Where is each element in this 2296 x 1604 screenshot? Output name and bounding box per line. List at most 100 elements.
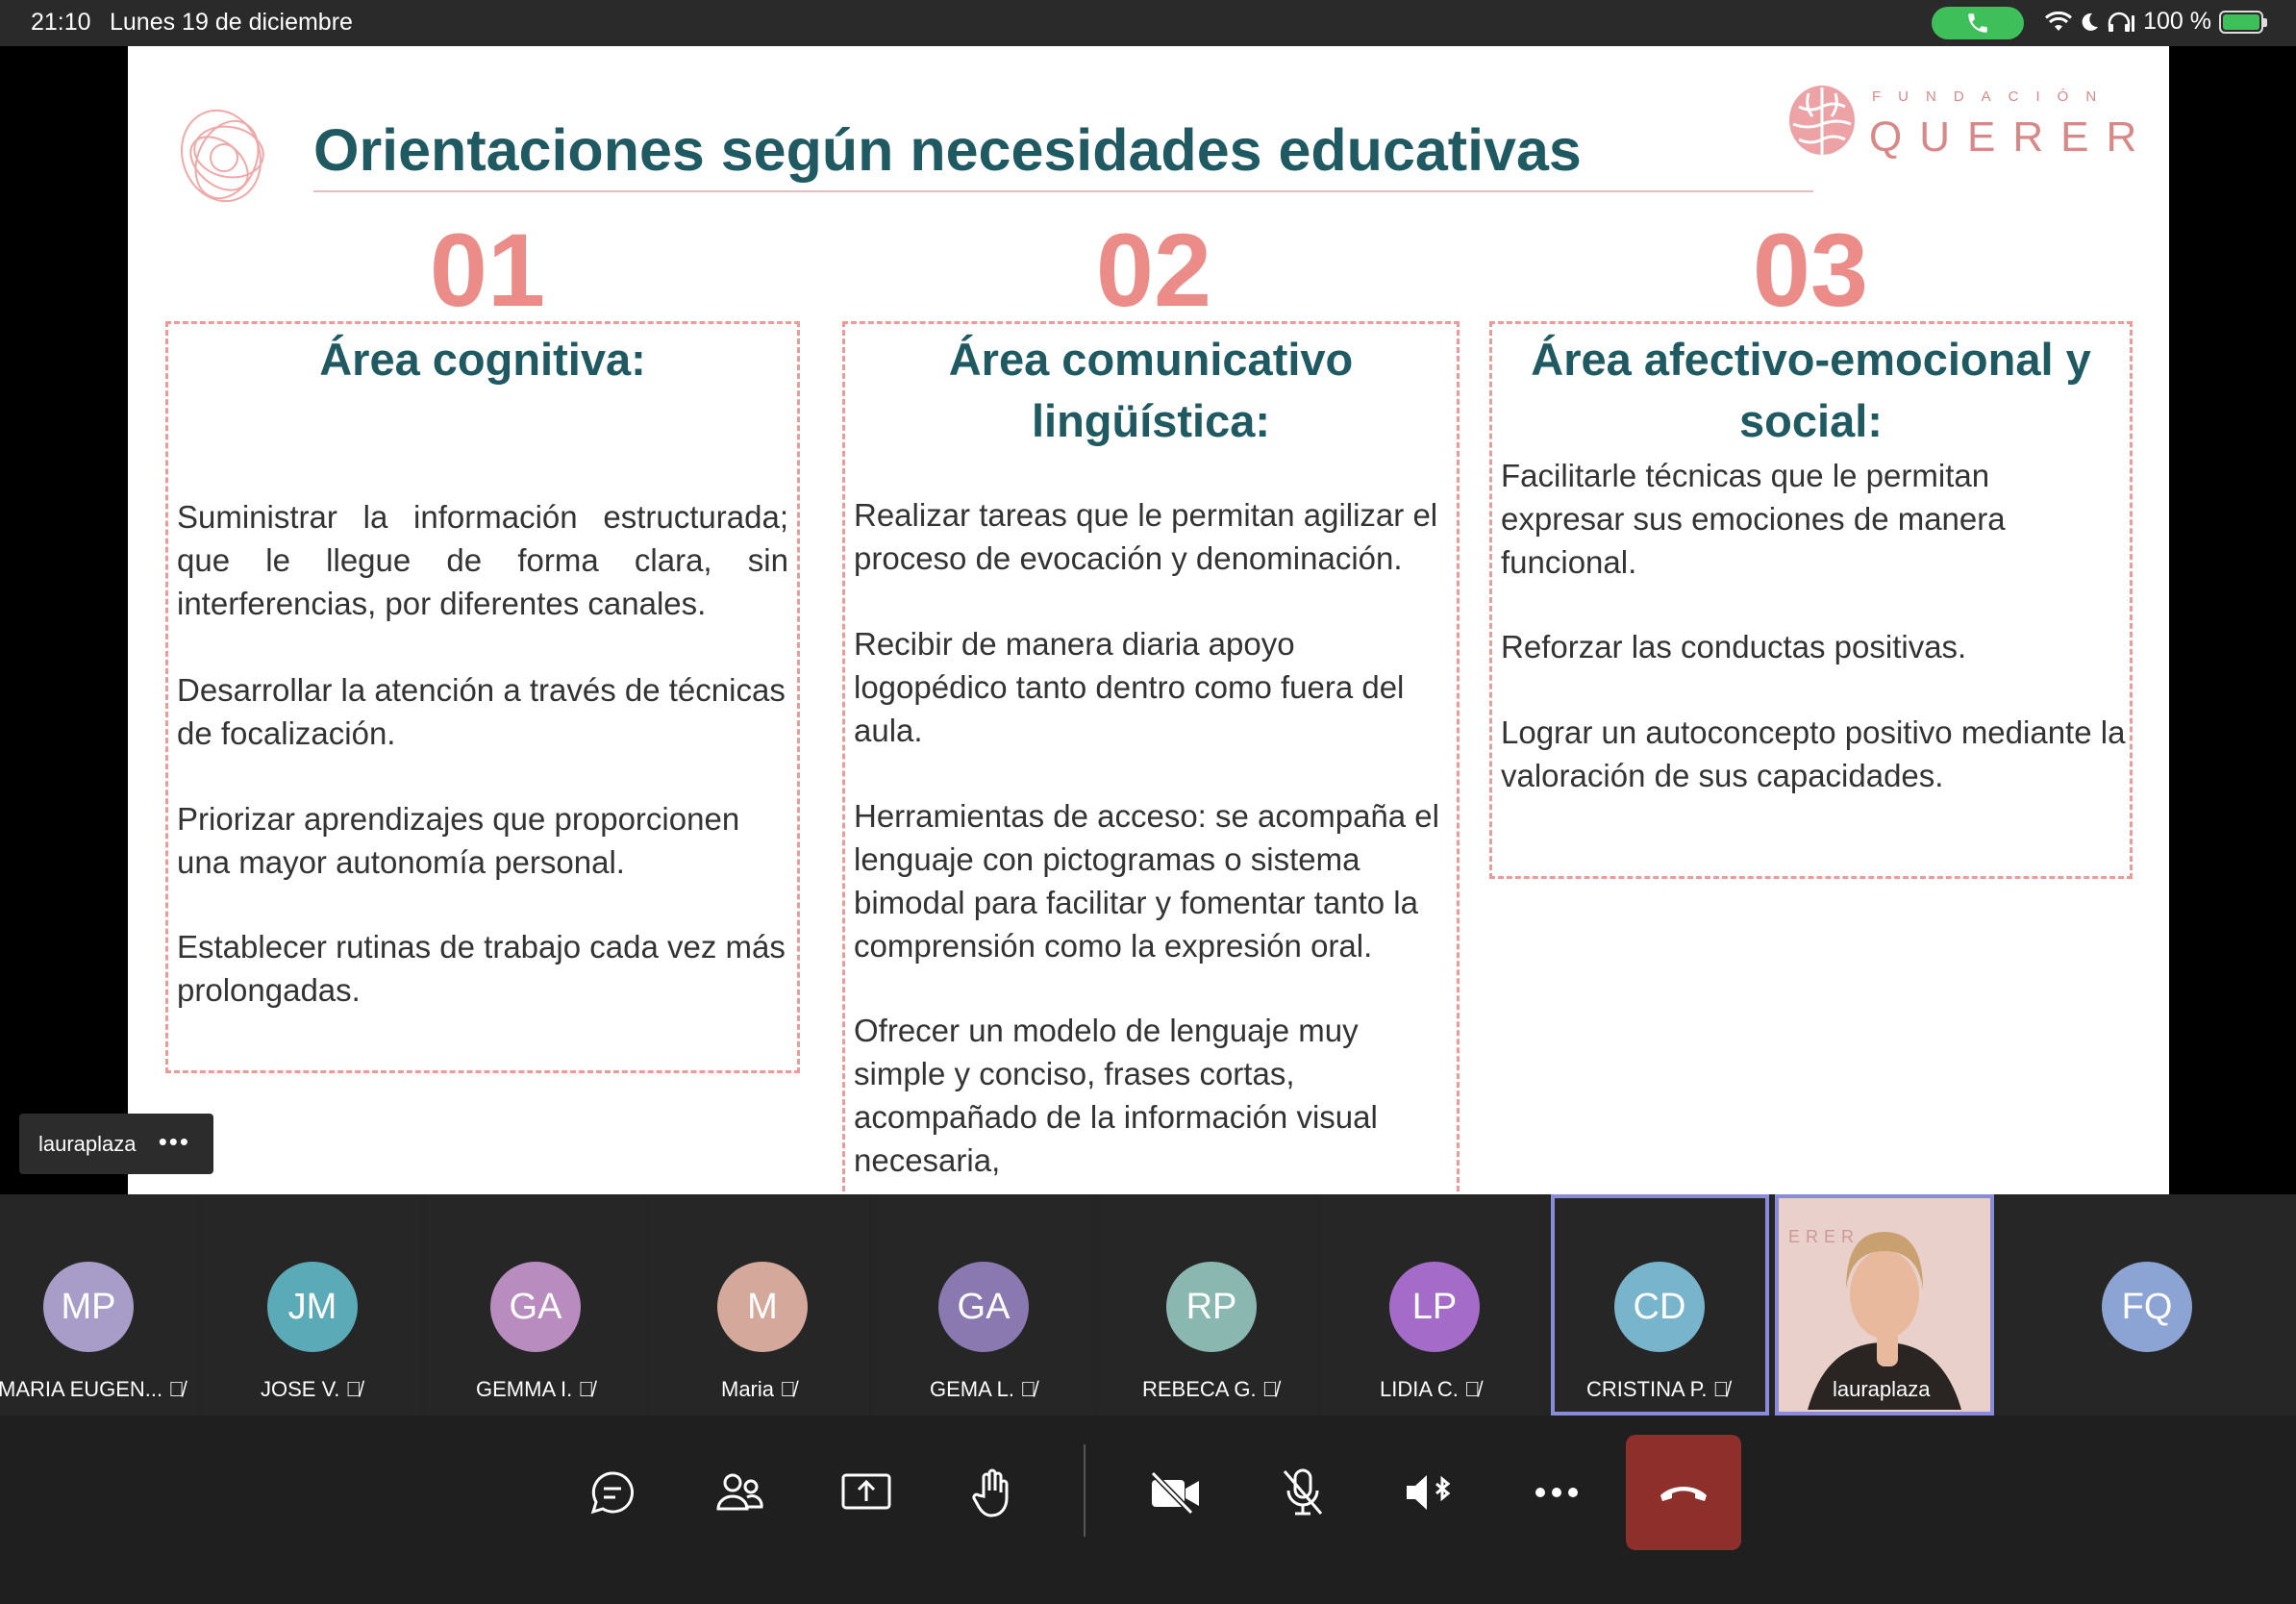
- logo-fundacion: FUNDACIÓN: [1872, 88, 2114, 105]
- area-afectivo-box: Área afectivo-emocional y social: Facili…: [1489, 321, 2133, 879]
- participant-name: MARIA EUGEN... 🎙̸: [0, 1377, 185, 1401]
- avatar: LP: [1389, 1262, 1480, 1352]
- participant-tile[interactable]: FQ: [1999, 1194, 2296, 1416]
- box-heading-line: Área comunicativo: [948, 334, 1354, 385]
- battery-charging-icon: [2219, 10, 2267, 34]
- participant-name: GEMMA I. 🎙̸: [476, 1377, 594, 1401]
- chat-button[interactable]: [574, 1454, 651, 1531]
- phone-icon: [1968, 13, 1987, 33]
- participant-name: JOSE V. 🎙̸: [261, 1377, 362, 1401]
- avatar: GA: [490, 1262, 581, 1352]
- logo-querer: QUERER: [1869, 113, 2155, 161]
- box-heading: Área afectivo-emocional y social:: [1492, 329, 2130, 452]
- brain-logo-icon: [1789, 86, 1855, 155]
- toolbar-divider: [1084, 1444, 1086, 1537]
- mic-muted-icon: 🎙̸: [1261, 1377, 1279, 1401]
- participant-name: GEMA L. 🎙̸: [930, 1377, 1036, 1401]
- participant-name: lauraplaza: [1833, 1377, 1931, 1401]
- list-item: Realizar tareas que le permitan agilizar…: [854, 497, 1438, 576]
- box-heading: Área comunicativo lingüística:: [845, 329, 1457, 452]
- list-item: Herramientas de acceso: se acompaña el l…: [854, 798, 1439, 964]
- box-heading-line: lingüística:: [1031, 395, 1271, 446]
- avatar: FQ: [2102, 1262, 2192, 1352]
- people-icon: [716, 1473, 763, 1511]
- list-item: Reforzar las conductas positivas.: [1501, 629, 1967, 664]
- chat-icon: [590, 1471, 634, 1515]
- participant-tile[interactable]: RP REBECA G. 🎙̸: [1098, 1194, 1317, 1416]
- box-heading-line: social:: [1739, 395, 1883, 446]
- headphones-icon: [2108, 12, 2135, 32]
- column-number-03: 03: [1752, 212, 1869, 328]
- mic-muted-icon: 🎙̸: [1020, 1377, 1036, 1401]
- moon-icon: [2082, 13, 2099, 31]
- shared-content-area: Orientaciones según necesidades educativ…: [0, 46, 2296, 1194]
- participant-tile[interactable]: GA GEMMA I. 🎙̸: [426, 1194, 645, 1416]
- participants-strip: MP MARIA EUGEN... 🎙̸ JM JOSE V. 🎙̸ GA GE…: [0, 1194, 2296, 1416]
- date: Lunes 19 de diciembre: [110, 9, 353, 36]
- participant-tile-selected[interactable]: CD CRISTINA P. 🎙̸: [1551, 1194, 1769, 1416]
- avatar: CD: [1614, 1262, 1705, 1352]
- wifi-icon: [2045, 11, 2073, 31]
- participant-tile[interactable]: M Maria 🎙̸: [650, 1194, 869, 1416]
- raise-hand-button[interactable]: [955, 1454, 1032, 1531]
- participant-tile[interactable]: JM JOSE V. 🎙̸: [202, 1194, 421, 1416]
- hang-up-button[interactable]: [1626, 1435, 1741, 1550]
- slide-title: Orientaciones según necesidades educativ…: [313, 117, 1582, 183]
- list-item: Priorizar aprendizajes que proporcionen …: [177, 801, 740, 880]
- list-item: Ofrecer un modelo de lenguaje muy simple…: [854, 1013, 1378, 1178]
- avatar: MP: [43, 1262, 134, 1352]
- clock: 21:10: [31, 9, 91, 36]
- speaker-name-tag[interactable]: lauraplaza •••: [19, 1114, 213, 1174]
- status-bar: 21:10 Lunes 19 de diciembre 100 %: [0, 0, 2296, 46]
- audio-output-button[interactable]: [1391, 1454, 1468, 1531]
- list-item: Desarrollar la atención a través de técn…: [177, 672, 786, 751]
- avatar: RP: [1166, 1262, 1257, 1352]
- avatar: GA: [938, 1262, 1029, 1352]
- speaker-bluetooth-icon: [1407, 1475, 1451, 1510]
- more-button[interactable]: [1518, 1454, 1595, 1531]
- title-underline: [313, 190, 1813, 192]
- share-screen-icon: [841, 1473, 891, 1510]
- mic-muted-icon: 🎙̸: [168, 1377, 185, 1401]
- participant-name: LIDIA C. 🎙̸: [1380, 1377, 1481, 1401]
- list-item: Suministrar la información estructurada;…: [177, 499, 788, 621]
- participant-name: REBECA G. 🎙̸: [1142, 1377, 1279, 1401]
- box-heading-line: Área afectivo-emocional y: [1531, 334, 2091, 385]
- participant-tile[interactable]: GA GEMA L. 🎙̸: [874, 1194, 1093, 1416]
- meeting-toolbar: [0, 1416, 2296, 1604]
- mic-muted-icon: 🎙̸: [780, 1377, 796, 1401]
- raise-hand-icon: [972, 1468, 1009, 1517]
- presentation-slide: Orientaciones según necesidades educativ…: [128, 46, 2169, 1194]
- battery-percent: 100 %: [2143, 8, 2211, 35]
- mic-muted-icon: 🎙̸: [1464, 1377, 1481, 1401]
- mic-off-icon: [1283, 1468, 1323, 1516]
- participant-tile[interactable]: MP MARIA EUGEN... 🎙̸: [0, 1194, 197, 1416]
- mic-button[interactable]: [1264, 1454, 1341, 1531]
- participant-tile[interactable]: LP LIDIA C. 🎙̸: [1322, 1194, 1541, 1416]
- list-item: Facilitarle técnicas que le permitan exp…: [1501, 458, 2006, 580]
- list-item: Establecer rutinas de trabajo cada vez m…: [177, 929, 786, 1008]
- area-cognitiva-box: Área cognitiva: Suministrar la informaci…: [165, 321, 800, 1073]
- active-call-pill[interactable]: [1932, 7, 2024, 39]
- mic-muted-icon: 🎙̸: [1712, 1377, 1730, 1401]
- mic-muted-icon: 🎙̸: [345, 1377, 362, 1401]
- list-item: Recibir de manera diaria apoyo logopédic…: [854, 626, 1405, 748]
- column-number-02: 02: [1095, 212, 1212, 328]
- share-screen-button[interactable]: [828, 1454, 905, 1531]
- box-heading-line: Área cognitiva:: [319, 334, 646, 385]
- speaker-more-icon[interactable]: •••: [159, 1127, 190, 1157]
- camera-off-icon: [1150, 1470, 1199, 1515]
- participants-button[interactable]: [701, 1454, 778, 1531]
- mic-muted-icon: 🎙̸: [578, 1377, 594, 1401]
- participant-video-tile[interactable]: ERER lauraplaza: [1775, 1194, 1994, 1416]
- camera-button[interactable]: [1137, 1454, 1214, 1531]
- avatar: JM: [267, 1262, 358, 1352]
- area-comunicativo-box: Área comunicativo lingüística: Realizar …: [842, 321, 1460, 1194]
- more-icon: [1535, 1488, 1578, 1497]
- hang-up-icon: [1660, 1487, 1707, 1501]
- column-number-01: 01: [429, 212, 546, 328]
- scribble-decoration-icon: [180, 109, 264, 203]
- avatar: M: [717, 1262, 808, 1352]
- list-item: Lograr un autoconcepto positivo mediante…: [1501, 714, 2126, 793]
- participant-name: CRISTINA P. 🎙̸: [1586, 1377, 1730, 1401]
